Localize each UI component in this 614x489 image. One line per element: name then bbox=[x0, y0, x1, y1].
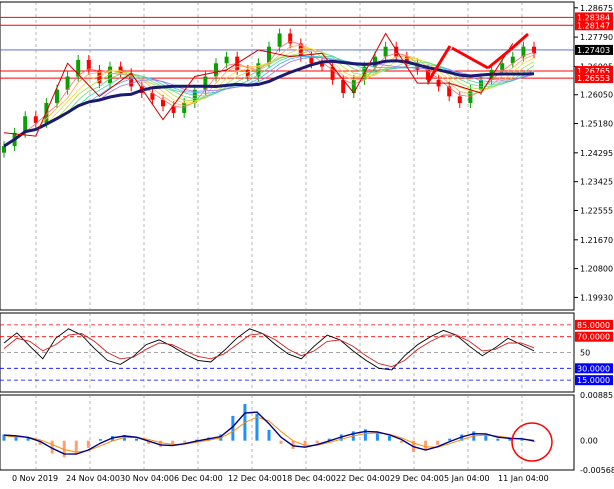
macd-histogram-bar bbox=[520, 439, 524, 441]
price-axis-label: 1.22555 bbox=[580, 206, 613, 215]
stochastic-panel[interactable]: 85.0000 70.0000 50 30.0000 15.0000 bbox=[0, 312, 613, 393]
macd-histogram-bar bbox=[159, 440, 163, 447]
level-price-label: 1.28147 bbox=[577, 21, 610, 30]
candle-body bbox=[383, 46, 388, 57]
trading-chart[interactable]: 1.286751.277901.269051.260501.251801.242… bbox=[0, 0, 614, 485]
stoch-level-label: 85.0000 bbox=[577, 321, 610, 330]
candle-body bbox=[33, 116, 38, 123]
macd-histogram-bar bbox=[279, 440, 283, 444]
macd-histogram-bar bbox=[484, 434, 488, 441]
candle-body bbox=[277, 33, 282, 47]
price-axis-label: 1.28675 bbox=[580, 4, 613, 13]
date-tick-label: 30 Nov 04:00 bbox=[120, 474, 174, 483]
price-axis-label: 1.26050 bbox=[580, 91, 613, 100]
macd-histogram-bar bbox=[135, 438, 138, 441]
candle-body bbox=[479, 79, 483, 90]
candle-body bbox=[224, 56, 229, 64]
macd-histogram-bar bbox=[375, 432, 379, 441]
macd-histogram-bar bbox=[436, 440, 440, 445]
price-axis-label: 1.21670 bbox=[580, 236, 613, 245]
price-axis-label: 1.25180 bbox=[580, 120, 613, 129]
macd-histogram-bar bbox=[496, 438, 500, 441]
macd-axis-label: 0.0088517 bbox=[580, 391, 614, 400]
macd-histogram-bar bbox=[400, 440, 403, 443]
macd-histogram-bar bbox=[86, 440, 90, 448]
macd-panel[interactable]: 0.0088517 0.00 -0.005683 bbox=[0, 391, 614, 475]
level-price-label: 1.26553 bbox=[577, 74, 610, 83]
price-axis-label: 1.24295 bbox=[580, 149, 613, 158]
price-axis-label: 1.19930 bbox=[580, 293, 613, 302]
macd-axis-label: 0.00 bbox=[580, 437, 598, 446]
panel-frame bbox=[0, 1, 575, 311]
candle-body bbox=[457, 96, 462, 104]
date-tick-label: 11 Jan 04:00 bbox=[498, 474, 549, 483]
stoch-level-label: 70.0000 bbox=[577, 333, 610, 342]
macd-histogram-bar bbox=[315, 440, 319, 444]
macd-histogram-bar bbox=[387, 436, 391, 441]
macd-histogram-bar bbox=[98, 439, 102, 441]
date-axis: 0 Nov 2019 24 Nov 04:00 30 Nov 04:00 6 Dec … bbox=[12, 474, 549, 483]
stoch-level-label: 30.0000 bbox=[577, 364, 610, 373]
stoch-level-label: 50 bbox=[580, 349, 590, 358]
date-tick-label: 18 Dec 04:00 bbox=[282, 474, 336, 483]
candle-body bbox=[182, 103, 187, 113]
stoch-level-label: 15.0000 bbox=[577, 376, 610, 385]
date-tick-label: 24 Nov 04:00 bbox=[66, 474, 120, 483]
candle-body bbox=[500, 63, 505, 70]
date-tick-label: 0 Nov 2019 bbox=[12, 474, 58, 483]
macd-histogram-bar bbox=[303, 440, 307, 447]
macd-histogram-bar bbox=[424, 440, 428, 450]
date-tick-label: 5 Jan 04:00 bbox=[444, 474, 490, 483]
date-tick-label: 22 Dec 04:00 bbox=[336, 474, 390, 483]
price-axis-label: 1.27790 bbox=[580, 33, 613, 42]
main-price-panel[interactable]: 1.286751.277901.269051.260501.251801.242… bbox=[0, 1, 613, 311]
date-tick-label: 12 Dec 04:00 bbox=[228, 474, 282, 483]
price-axis-label: 1.20800 bbox=[580, 265, 613, 274]
current-price-label: 1.27403 bbox=[577, 46, 610, 55]
macd-histogram-bar bbox=[267, 429, 271, 441]
date-tick-label: 29 Dec 04:00 bbox=[390, 474, 444, 483]
macd-axis-label: -0.005683 bbox=[580, 466, 614, 475]
price-axis-label: 1.23425 bbox=[580, 178, 613, 187]
macd-histogram-bar bbox=[183, 440, 187, 443]
chart-svg[interactable]: 1.286751.277901.269051.260501.251801.242… bbox=[0, 0, 614, 485]
date-tick-label: 6 Dec 04:00 bbox=[174, 474, 223, 483]
macd-histogram-bar bbox=[448, 438, 452, 441]
panel-frame bbox=[0, 394, 575, 471]
candle-body bbox=[2, 146, 6, 153]
